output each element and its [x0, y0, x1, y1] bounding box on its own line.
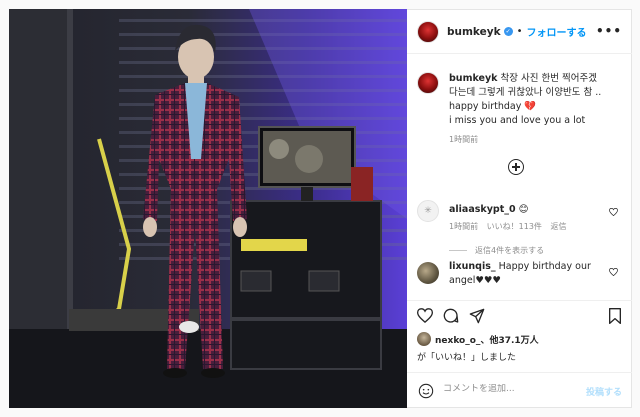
smile-icon[interactable]	[418, 383, 434, 399]
likes-count[interactable]: 、他37.1万人	[480, 336, 538, 346]
comment-input[interactable]	[443, 384, 573, 394]
bookmark-icon[interactable]	[608, 308, 622, 324]
comment-item: ✳ aliaaskypt_0 😊 1時間前 いいね！113件 返信 返信4件を表…	[417, 200, 622, 260]
commenter-avatar[interactable]	[417, 262, 439, 284]
share-icon[interactable]	[469, 308, 485, 324]
comment-text: lixunqis_ Happy birthday our angel♥♥♥	[449, 260, 599, 288]
more-options-button[interactable]: •••	[596, 24, 622, 38]
caption-time: 1時間前	[449, 135, 479, 144]
replies-line	[449, 250, 467, 251]
caption-line3: happy birthday 💔	[449, 101, 537, 112]
comment-item: lixunqis_ Happy birthday our angel♥♥♥	[417, 260, 622, 300]
action-bar	[407, 300, 632, 328]
heart-icon[interactable]	[609, 268, 618, 276]
comment-likes[interactable]: いいね！113件	[487, 222, 542, 231]
comment-body: 😊	[518, 204, 529, 215]
view-replies-button[interactable]: 返信4件を表示する	[449, 245, 544, 256]
post-comment-button[interactable]: 投稿する	[586, 385, 622, 398]
like-heart-icon[interactable]	[417, 308, 433, 323]
view-replies-label: 返信4件を表示する	[475, 246, 545, 255]
add-icon[interactable]	[508, 159, 524, 175]
likes-line1: nexko_o_、他37.1万人	[435, 333, 539, 346]
caption-username[interactable]: bumkeyk	[449, 73, 497, 84]
likes-line2: が「いいね！」しました	[417, 353, 517, 363]
author-username[interactable]: bumkeyk	[447, 26, 501, 38]
commenter-username[interactable]: lixunqis_	[449, 261, 496, 272]
caption-line1: 착장 사진 한번 찍어주겠	[497, 73, 597, 84]
comments-section[interactable]: bumkeyk 착장 사진 한번 찍어주겠 다는데 그렇게 귀찮았나 이양반도 …	[407, 54, 632, 300]
comment-icon[interactable]	[443, 308, 459, 324]
caption-avatar[interactable]	[417, 72, 439, 94]
post-details-panel: bumkeyk ✓ • フォローする ••• bumkeyk 착장 사진 한번 …	[407, 9, 632, 408]
separator-dot: •	[516, 26, 523, 37]
comment-time: 1時間前	[449, 222, 479, 231]
verified-icon: ✓	[503, 27, 513, 36]
commenter-avatar[interactable]: ✳	[417, 200, 439, 222]
follow-button[interactable]: フォローする	[527, 24, 587, 39]
post-photo-image	[9, 9, 407, 408]
reply-button[interactable]: 返信	[550, 222, 566, 231]
post-photo[interactable]	[9, 9, 407, 408]
add-comment-bar: 投稿する	[407, 372, 632, 409]
liker-username[interactable]: nexko_o_	[435, 336, 480, 346]
author-avatar[interactable]	[417, 20, 439, 43]
heart-icon[interactable]	[609, 208, 618, 216]
liker-avatar[interactable]	[417, 332, 431, 346]
post-header: bumkeyk ✓ • フォローする •••	[407, 10, 632, 54]
caption-line4: i miss you and love you a lot	[449, 115, 586, 126]
comment-meta: 1時間前 いいね！113件 返信	[449, 221, 572, 232]
caption-line2: 다는데 그렇게 귀찮았나 이양반도 참 ..	[449, 87, 602, 98]
comment-text: aliaaskypt_0 😊	[449, 204, 529, 215]
commenter-username[interactable]: aliaaskypt_0	[449, 204, 516, 215]
likes-summary: nexko_o_、他37.1万人 が「いいね！」しました	[417, 331, 622, 365]
instagram-post-embed: bumkeyk ✓ • フォローする ••• bumkeyk 착장 사진 한번 …	[0, 0, 640, 417]
caption-text: bumkeyk 착장 사진 한번 찍어주겠 다는데 그렇게 귀찮았나 이양반도 …	[449, 72, 621, 128]
